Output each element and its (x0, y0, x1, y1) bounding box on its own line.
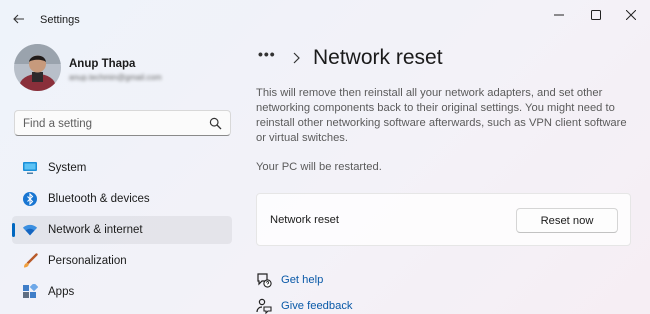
sidebar-item-label: Personalization (48, 255, 127, 267)
sidebar-item-network[interactable]: Network & internet (12, 216, 232, 244)
sidebar-item-personalization[interactable]: Personalization (12, 247, 232, 275)
chevron-right-icon (293, 52, 300, 64)
maximize-button[interactable] (583, 6, 609, 24)
sidebar-item-label: Bluetooth & devices (48, 193, 150, 205)
maximize-icon (591, 10, 601, 20)
avatar (14, 44, 61, 91)
search-placeholder: Find a setting (23, 118, 93, 130)
sidebar-item-apps[interactable]: Apps (12, 278, 232, 306)
give-feedback-label: Give feedback (281, 300, 353, 312)
brush-icon (22, 253, 38, 269)
feedback-icon (256, 298, 272, 314)
description-text: This will remove then reinstall all your… (256, 87, 627, 144)
search-icon (209, 117, 222, 130)
sidebar-item-bluetooth[interactable]: Bluetooth & devices (12, 185, 232, 213)
sidebar-item-label: Network & internet (48, 224, 143, 236)
user-email: anup.techmin@gmail.com (69, 73, 162, 82)
close-button[interactable] (618, 6, 644, 24)
give-feedback-link[interactable]: Give feedback (256, 298, 386, 314)
close-icon (626, 10, 636, 20)
user-profile[interactable]: Anup Thapa anup.techmin@gmail.com (14, 44, 234, 98)
monitor-icon (22, 160, 38, 176)
page-title: Network reset (313, 46, 443, 69)
get-help-link[interactable]: Get help (256, 272, 386, 290)
back-arrow-icon (13, 14, 24, 24)
bluetooth-icon (22, 191, 38, 207)
minimize-icon (554, 14, 564, 16)
apps-icon (22, 284, 38, 300)
network-reset-card: Network reset Reset now (256, 193, 631, 246)
sidebar-item-label: Apps (48, 286, 75, 298)
search-input[interactable]: Find a setting (14, 110, 231, 136)
breadcrumb-overflow-button[interactable]: ••• (258, 46, 276, 62)
restart-note: Your PC will be restarted. (256, 161, 382, 173)
sidebar-item-label: System (48, 162, 87, 174)
help-icon (257, 273, 272, 288)
back-button[interactable] (8, 8, 30, 30)
wifi-icon (22, 222, 38, 238)
minimize-button[interactable] (546, 6, 572, 24)
sidebar-item-system[interactable]: System (12, 154, 232, 182)
reset-now-button[interactable]: Reset now (516, 208, 618, 233)
network-reset-label: Network reset (270, 214, 340, 226)
user-name: Anup Thapa (69, 58, 136, 70)
get-help-label: Get help (281, 274, 324, 286)
title-bar: Settings (0, 0, 650, 34)
app-title: Settings (40, 14, 80, 26)
